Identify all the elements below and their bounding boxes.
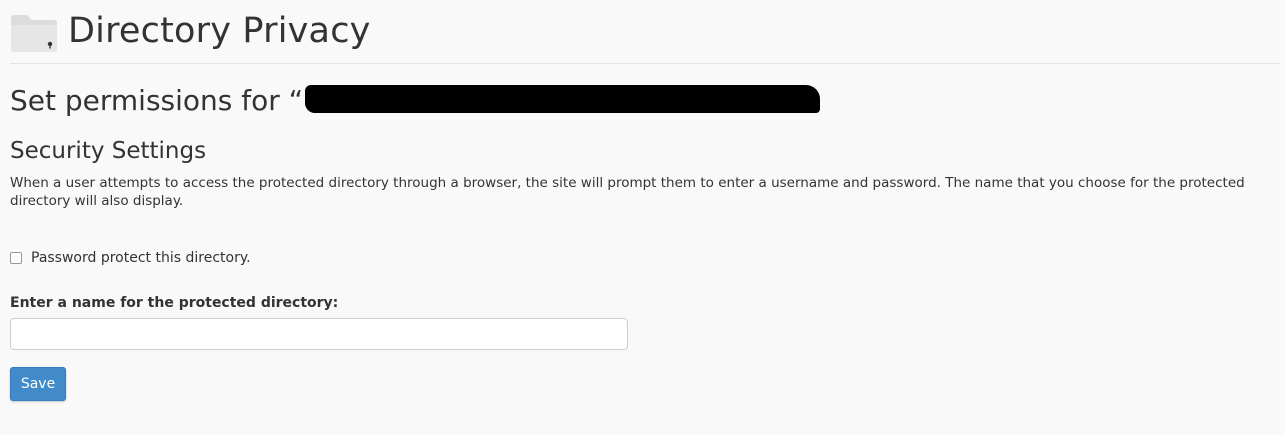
page-title: Directory Privacy [68,10,371,51]
locked-folder-icon [11,15,57,52]
permissions-heading: Set permissions for “ [10,84,821,117]
permissions-heading-text: Set permissions for “ [10,84,304,117]
password-protect-row[interactable]: Password protect this directory. [10,250,251,266]
security-description: When a user attempts to access the prote… [10,175,1245,209]
directory-privacy-page: Directory Privacy Set permissions for “ … [0,0,1285,435]
security-settings-title: Security Settings [10,138,207,164]
directory-name-label: Enter a name for the protected directory… [10,295,339,311]
redacted-directory-path [305,85,821,113]
directory-name-input[interactable] [10,318,628,350]
save-button[interactable]: Save [10,367,66,401]
password-protect-checkbox[interactable] [10,252,22,264]
header-divider [10,63,1280,64]
password-protect-label[interactable]: Password protect this directory. [31,250,251,266]
page-header: Directory Privacy [10,0,371,62]
